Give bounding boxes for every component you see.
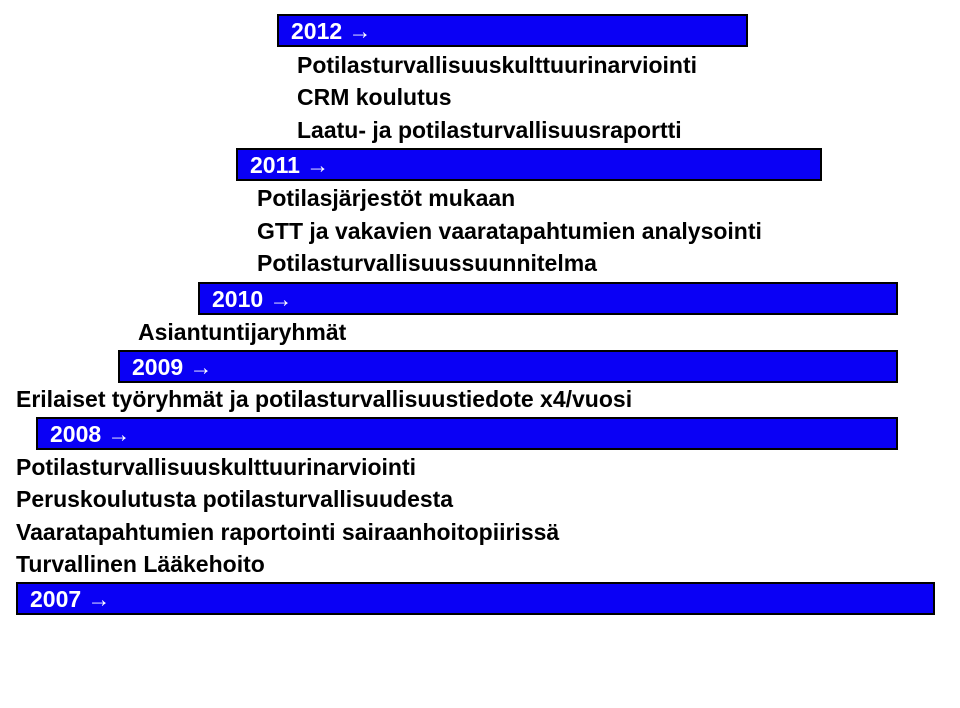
- band-2010: 2010 →: [198, 282, 898, 315]
- timeline-diagram: 2012 → Potilasturvallisuuskulttuurinarvi…: [0, 0, 960, 708]
- item-2011-gtt-analysointi: GTT ja vakavien vaaratapahtumien analyso…: [257, 217, 762, 247]
- band-2009: 2009 →: [118, 350, 898, 383]
- item-2010-asiantuntijaryhmat: Asiantuntijaryhmät: [138, 318, 346, 348]
- band-2008: 2008 →: [36, 417, 898, 450]
- item-2012-laatu-raportti: Laatu- ja potilasturvallisuusraportti: [297, 116, 682, 146]
- item-2008-turvallinen-laakehoito: Turvallinen Lääkehoito: [16, 550, 265, 580]
- item-2012-potilasturvallisuuskulttuuri: Potilasturvallisuuskulttuurinarviointi: [297, 51, 697, 81]
- item-2008-vaarataph-raportointi: Vaaratapahtumien raportointi sairaanhoit…: [16, 518, 559, 548]
- band-2007: 2007 →: [16, 582, 935, 615]
- item-2012-crm-koulutus: CRM koulutus: [297, 83, 452, 113]
- band-2012: 2012 →: [277, 14, 748, 47]
- item-2009-tyoryhmat-tiedote: Erilaiset työryhmät ja potilasturvallisu…: [16, 385, 632, 415]
- item-2011-suunnitelma: Potilasturvallisuussuunnitelma: [257, 249, 597, 279]
- item-2008-peruskoulutus: Peruskoulutusta potilasturvallisuudesta: [16, 485, 453, 515]
- item-2011-potilasjarjestot: Potilasjärjestöt mukaan: [257, 184, 515, 214]
- item-2008-kulttuurinarviointi: Potilasturvallisuuskulttuurinarviointi: [16, 453, 416, 483]
- band-2011: 2011 →: [236, 148, 822, 181]
